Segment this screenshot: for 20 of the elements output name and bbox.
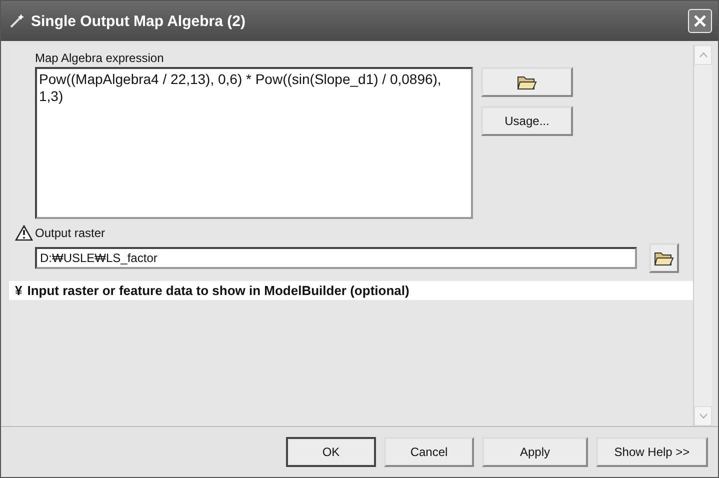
expression-field[interactable]: Pow((MapAlgebra4 / 22,13), 0,6) * Pow((sin(Slope_d1) / 0,0896), 1,3) (35, 67, 473, 219)
close-button[interactable] (688, 9, 712, 33)
dialog-button[interactable]: Show Help >> (596, 437, 708, 467)
output-label: Output raster (35, 226, 106, 240)
window-title: Single Output Map Algebra (2) (31, 12, 246, 30)
dialog-button[interactable]: Apply (482, 437, 588, 467)
open-button[interactable] (481, 67, 573, 97)
close-icon[interactable] (693, 14, 707, 28)
usage-button[interactable]: Usage... (481, 106, 573, 136)
chevron-icon: ¥ (15, 283, 22, 298)
output-field[interactable]: D:₩USLE₩LS_factor (35, 247, 637, 269)
dialog-button[interactable]: OK (286, 437, 376, 467)
folder-icon (517, 74, 537, 90)
folder-icon (654, 250, 674, 266)
expression-label: Map Algebra expression (34, 50, 165, 67)
section-label: Input raster or feature data to show in ModelBuilder (optional) (27, 283, 410, 298)
browse-button[interactable] (649, 243, 679, 273)
wand-icon (9, 13, 25, 29)
dialog-button[interactable]: Cancel (384, 437, 474, 467)
section-header[interactable]: ¥ Input raster or feature data to show in ModelBuilder (optional) (9, 281, 693, 300)
